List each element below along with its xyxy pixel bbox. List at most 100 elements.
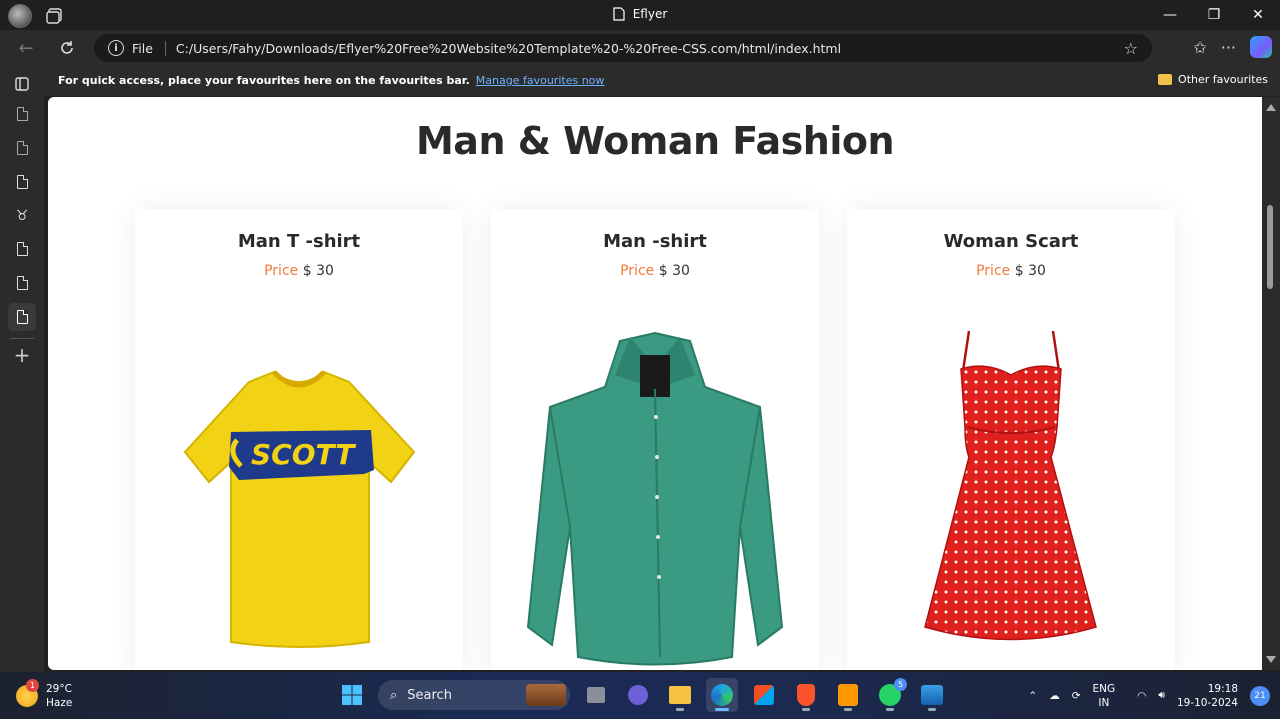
search-highlight-image: [526, 684, 566, 706]
copilot-icon[interactable]: [1250, 36, 1272, 58]
product-card[interactable]: Man T -shirt Price $ 30 SCOTT: [135, 209, 463, 670]
price-value: $ 30: [1014, 263, 1046, 279]
product-card[interactable]: Man -shirt Price $ 30: [491, 209, 819, 670]
edge-app[interactable]: [706, 678, 738, 712]
dress-image: [861, 327, 1161, 667]
page-title: Man & Woman Fashion: [415, 119, 895, 163]
tab-2[interactable]: [8, 134, 36, 162]
tab-6[interactable]: [8, 269, 36, 297]
bull-icon: ♉: [15, 208, 29, 224]
title-bar: Eflyer — ❐ ✕: [0, 0, 1280, 30]
onedrive-icon[interactable]: ☁: [1049, 690, 1060, 702]
favourites-icon[interactable]: ✩: [1193, 38, 1206, 57]
plus-icon: +: [13, 343, 31, 367]
product-name: Woman Scart: [943, 231, 1079, 252]
clock-date: 19-10-2024: [1176, 696, 1238, 709]
minimize-button[interactable]: —: [1148, 0, 1192, 30]
tab-actions-icon[interactable]: [8, 70, 36, 98]
favourite-star-icon[interactable]: ☆: [1124, 39, 1138, 58]
tab-1[interactable]: [8, 100, 36, 128]
weather-sun-icon: 1: [16, 679, 39, 707]
sublime-icon: [838, 684, 858, 706]
product-card[interactable]: Woman Scart Price $ 30: [847, 209, 1175, 670]
back-button[interactable]: ←: [12, 36, 40, 60]
favourites-bar: For quick access, place your favourites …: [44, 66, 1280, 96]
wifi-icon[interactable]: ◠: [1137, 690, 1146, 702]
url-bar[interactable]: i File C:/Users/Fahy/Downloads/Eflyer%20…: [94, 34, 1152, 62]
whatsapp-badge: 5: [894, 678, 907, 691]
product-name: Man -shirt: [603, 231, 707, 252]
site-info-icon[interactable]: i: [108, 40, 124, 56]
page-scrollbar[interactable]: [1262, 97, 1280, 670]
sync-icon[interactable]: ⟳: [1072, 690, 1081, 702]
lang-top: ENG: [1092, 682, 1116, 695]
tab-5[interactable]: [8, 235, 36, 263]
manage-favourites-link[interactable]: Manage favourites now: [476, 74, 605, 87]
weather-widget[interactable]: 1 29°C Haze: [16, 679, 73, 710]
tab-4[interactable]: ♉: [8, 202, 36, 230]
window-title: Eflyer: [632, 7, 668, 21]
search-icon: ⌕: [390, 687, 398, 703]
store-app[interactable]: [748, 678, 780, 712]
teams-app[interactable]: [622, 678, 654, 712]
folder-icon: [669, 686, 691, 704]
photos-icon: [921, 685, 943, 705]
file-explorer-app[interactable]: [664, 678, 696, 712]
clock[interactable]: 19:18 19-10-2024: [1177, 682, 1238, 710]
tshirt-image: SCOTT: [149, 327, 449, 670]
favourites-message: For quick access, place your favourites …: [58, 74, 470, 87]
price-value: $ 30: [658, 263, 690, 279]
meet-icon: [628, 685, 648, 705]
other-favourites-button[interactable]: Other favourites: [1158, 73, 1268, 86]
brave-app[interactable]: [790, 678, 822, 712]
more-options-icon[interactable]: ···: [1221, 38, 1236, 57]
svg-text:SCOTT: SCOTT: [251, 438, 356, 471]
store-icon: [754, 685, 774, 705]
page-icon: [16, 310, 28, 324]
page-icon: [16, 141, 28, 155]
search-label: Search: [407, 687, 452, 703]
photos-app[interactable]: [916, 678, 948, 712]
weather-temp: 29°C: [46, 683, 72, 695]
start-button[interactable]: [336, 678, 368, 712]
taskbar: 1 29°C Haze ⌕ Search 5 ⌃ ☁ ⟳ ENG IN ◠ 🔊︎…: [0, 672, 1280, 719]
close-button[interactable]: ✕: [1236, 0, 1280, 30]
scroll-down-icon[interactable]: [1266, 656, 1276, 663]
price-label: Price: [264, 263, 299, 279]
page-icon: [16, 107, 28, 121]
system-tray: ⌃ ☁ ⟳ ENG IN ◠ 🔊︎ 19:18 19-10-2024 21: [1028, 672, 1280, 719]
protocol-label: File: [132, 40, 166, 56]
vertical-tabs-sidebar: ♉ +: [0, 66, 44, 672]
price-value: $ 30: [302, 263, 334, 279]
url-text[interactable]: C:/Users/Fahy/Downloads/Eflyer%20Free%20…: [176, 41, 841, 56]
address-toolbar: ← i File C:/Users/Fahy/Downloads/Eflyer%…: [0, 30, 1280, 66]
task-view-button[interactable]: [580, 678, 612, 712]
maximize-button[interactable]: ❐: [1192, 0, 1236, 30]
clock-time: 19:18: [1207, 682, 1238, 695]
notifications-badge[interactable]: 21: [1250, 685, 1270, 706]
other-favourites-label: Other favourites: [1178, 73, 1268, 86]
scroll-up-icon[interactable]: [1266, 104, 1276, 111]
chevron-up-icon[interactable]: ⌃: [1028, 690, 1037, 702]
taskbar-search[interactable]: ⌕ Search: [378, 680, 570, 710]
weather-desc: Haze: [46, 697, 73, 709]
page-icon: [16, 242, 28, 256]
scrollbar-thumb[interactable]: [1267, 205, 1273, 289]
volume-icon[interactable]: 🔊︎: [1158, 689, 1165, 702]
refresh-icon: [61, 41, 73, 54]
product-price: Price $ 30: [847, 263, 1175, 279]
price-label: Price: [620, 263, 655, 279]
sublime-app[interactable]: [832, 678, 864, 712]
lang-bottom: IN: [1098, 696, 1110, 709]
folder-icon: [1158, 74, 1173, 85]
language-indicator[interactable]: ENG IN: [1093, 682, 1116, 710]
product-name: Man T -shirt: [237, 231, 361, 252]
brave-icon: [797, 684, 815, 706]
tab-7-active[interactable]: [8, 303, 36, 331]
page-icon: [16, 276, 28, 290]
page-viewport: Man & Woman Fashion Man T -shirt Price $…: [48, 97, 1262, 670]
refresh-button[interactable]: [53, 36, 81, 60]
new-tab-button[interactable]: +: [8, 341, 36, 369]
whatsapp-app[interactable]: 5: [874, 678, 907, 712]
tab-3[interactable]: [8, 168, 36, 196]
